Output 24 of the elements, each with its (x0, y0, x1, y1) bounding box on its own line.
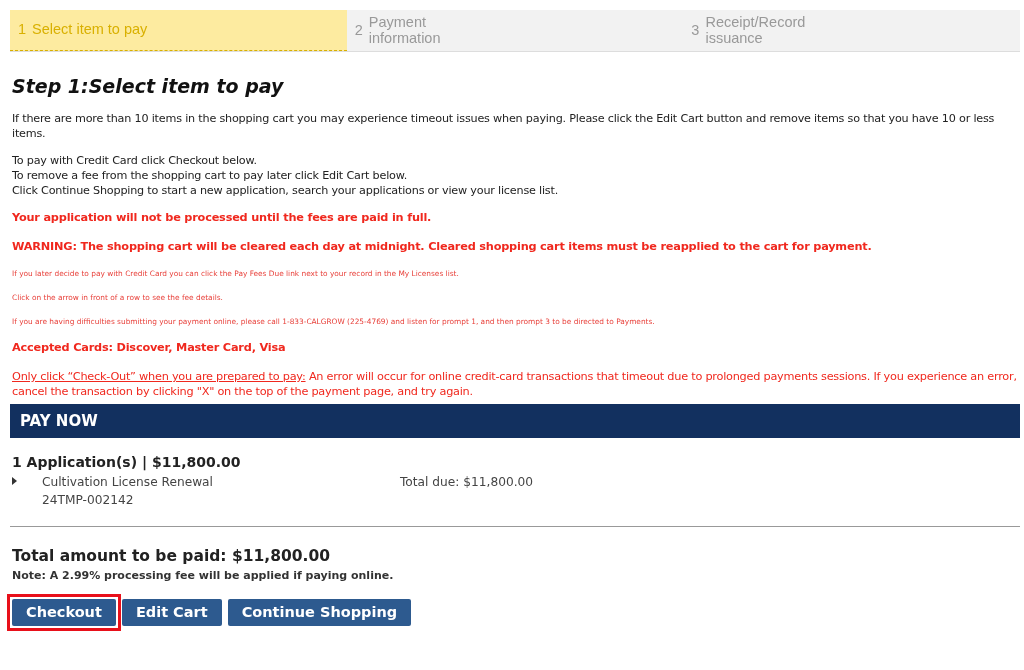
action-button[interactable]: Checkout (12, 598, 116, 627)
warning-text: Accepted Cards: Discover, Master Card, Visa (12, 340, 287, 357)
step-label: Select item to pay (32, 22, 148, 38)
caution-text: Only click “Check-Out” when you are prepared to pay: An error will occur for online credit-card transactions that timeout due to prolonged payments sessions. If you experience an error, cancel the transaction by clicking "X" on the top of the payment page, and try again. (12, 369, 1018, 400)
fee-note: Note: A 2.99% processing fee will be applied if paying online. (12, 568, 395, 585)
step-label: Receipt/Record issuance (705, 15, 806, 46)
step-number: 1 (18, 22, 27, 38)
instruction-text: To pay with Credit Card click Checkout below. To remove a fee from the shopping cart to pay later click Edit Cart below. Click Continue Shopping to start a new application, search your applications or view your license list. (12, 152, 560, 199)
record-number: 24TMP-002142 (42, 492, 135, 510)
total-due: Total due: $11,800.00 (400, 474, 534, 492)
fee-name: Cultivation License Renewal (42, 474, 214, 492)
total-amount: Total amount to be paid: $11,800.00 (12, 545, 331, 567)
action-button[interactable]: Edit Cart (121, 598, 222, 627)
step-number: 3 (691, 22, 700, 39)
page-title: Step 1:Select item to pay (12, 74, 285, 99)
instruction-text: If there are more than 10 items in the shopping cart you may experience timeout issues when paying. Please click the Edit Cart button and remove items so that you have 10 or less items. (12, 110, 996, 141)
step-label: Payment information (368, 15, 442, 46)
application-group-title: 1 Application(s) | $11,800.00 (12, 453, 242, 473)
pay-now-header: PAY NOW (10, 403, 1020, 439)
step-number: 2 (354, 22, 363, 39)
warning-text: WARNING: The shopping cart will be cleared each day at midnight. Cleared shopping cart items must be reapplied to the cart for payment. (12, 239, 873, 255)
action-button[interactable]: Continue Shopping (227, 598, 412, 627)
expand-arrow-icon[interactable] (12, 477, 17, 486)
warning-text: Your application will not be processed until the fees are paid in full. (12, 210, 433, 227)
